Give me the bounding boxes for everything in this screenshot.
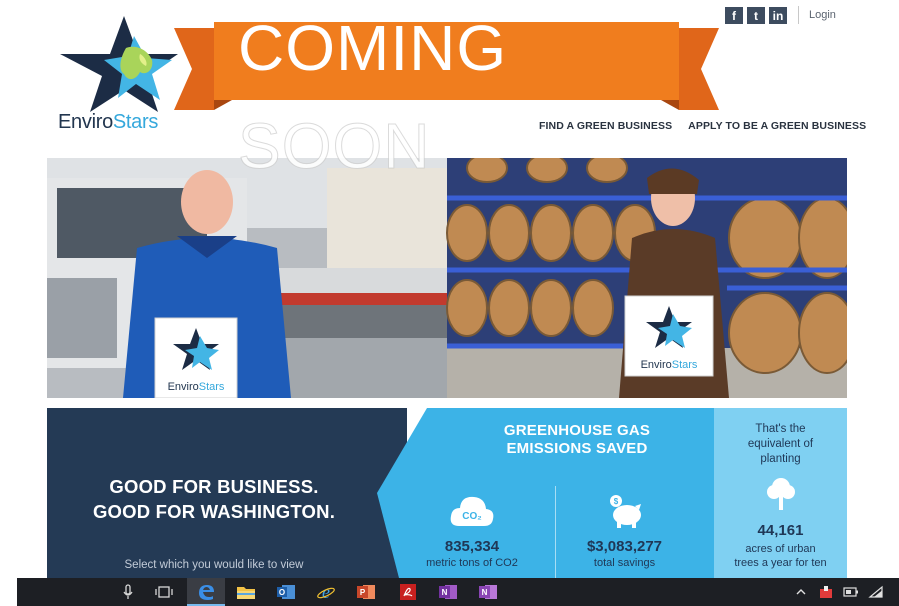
linkedin-icon[interactable]: in xyxy=(769,7,787,24)
emissions-title-line-1: GREENHOUSE GAS xyxy=(503,422,651,439)
notification-app-icon[interactable] xyxy=(815,582,837,602)
hero-image: EnviroStars EnviroStars xyxy=(47,158,847,398)
savings-label: total savings xyxy=(593,557,656,569)
hero-sign-left-text: EnviroStars xyxy=(168,381,225,393)
nav-apply-green-business[interactable]: APPLY TO BE A GREEN BUSINESS xyxy=(688,120,866,132)
emissions-title: GREENHOUSE GAS EMISSIONS SAVED xyxy=(427,422,727,458)
hero-sign-right-text: EnviroStars xyxy=(641,359,698,371)
twitter-icon[interactable]: t xyxy=(747,7,765,24)
equivalent-line-1: That's the xyxy=(755,423,806,435)
logo-wordmark-enviro: Enviro xyxy=(58,111,113,133)
equivalent-line-3: planting xyxy=(760,453,801,465)
svg-text:P: P xyxy=(360,588,366,597)
logo-wordmark-stars: Stars xyxy=(112,111,159,133)
microphone-icon[interactable] xyxy=(117,582,139,602)
internet-explorer-icon[interactable]: e xyxy=(315,582,337,602)
facebook-icon[interactable]: f xyxy=(725,7,743,24)
outlook-icon[interactable]: O xyxy=(275,582,297,602)
co2-label: metric tons of CO2 xyxy=(426,557,518,569)
login-link[interactable]: Login xyxy=(809,9,836,21)
file-explorer-icon[interactable] xyxy=(235,582,257,602)
savings-value: $3,083,277 xyxy=(586,538,663,555)
emissions-title-line-2: EMISSIONS SAVED xyxy=(506,440,648,457)
banner-soon-text: SOON xyxy=(237,110,431,182)
tagline: GOOD FOR BUSINESS. GOOD FOR WASHINGTON. xyxy=(47,474,381,524)
acres-value: 44,161 xyxy=(757,522,804,539)
logo-wordmark: EnviroStars xyxy=(58,111,158,134)
edge-icon[interactable] xyxy=(195,582,217,602)
windows-taskbar: O e P N N xyxy=(17,578,899,606)
svg-text:$: $ xyxy=(614,497,619,506)
hero-photo-illustration: EnviroStars EnviroStars xyxy=(47,158,847,398)
wifi-icon[interactable] xyxy=(865,582,887,602)
banner-coming-text: COMING xyxy=(238,12,508,84)
main-nav: FIND A GREEN BUSINESS APPLY TO BE A GREE… xyxy=(539,120,866,132)
select-hint: Select which you would like to view xyxy=(124,559,304,571)
co2-stat: 835,334 metric tons of CO2 xyxy=(402,538,542,569)
acres-label: acres of urban trees a year for ten xyxy=(714,542,847,570)
task-view-icon[interactable] xyxy=(153,582,175,602)
acres-label-line-1: acres of urban xyxy=(745,543,816,555)
svg-text:N: N xyxy=(442,588,448,597)
stats-divider xyxy=(555,486,556,578)
acres-stat: 44,161 acres of urban trees a year for t… xyxy=(714,522,847,570)
svg-text:O: O xyxy=(279,588,285,597)
onenote-icon[interactable]: N xyxy=(437,582,459,602)
onenote-2016-icon[interactable]: N xyxy=(477,582,499,602)
equivalent-line-2: equivalent of xyxy=(747,438,814,450)
co2-value: 835,334 xyxy=(444,538,500,555)
tagline-line-2: GOOD FOR WASHINGTON. xyxy=(92,501,336,522)
tree-icon xyxy=(766,476,796,517)
acres-label-line-2: trees a year for ten xyxy=(734,557,827,569)
co2-cloud-icon: CO₂ xyxy=(449,492,495,535)
nav-find-green-business[interactable]: FIND A GREEN BUSINESS xyxy=(539,120,672,132)
powerpoint-icon[interactable]: P xyxy=(355,582,377,602)
co2-icon-label: CO₂ xyxy=(462,511,481,522)
piggy-bank-icon: $ xyxy=(607,494,643,533)
page: f t in Login EnviroStars COMING FIND A G… xyxy=(0,0,899,606)
chevron-up-icon[interactable] xyxy=(790,582,812,602)
stats-band: GOOD FOR BUSINESS. GOOD FOR WASHINGTON. … xyxy=(47,408,847,578)
savings-stat: $3,083,277 total savings xyxy=(557,538,692,569)
equivalent-text: That's the equivalent of planting xyxy=(714,422,847,467)
svg-text:e: e xyxy=(322,583,330,601)
social-links: f t in xyxy=(725,7,787,24)
svg-text:N: N xyxy=(482,588,488,597)
logo-star-icon xyxy=(60,16,178,112)
tagline-line-1: GOOD FOR BUSINESS. xyxy=(109,476,319,497)
header-divider xyxy=(798,6,799,24)
acrobat-icon[interactable] xyxy=(397,582,419,602)
battery-icon[interactable] xyxy=(840,582,862,602)
